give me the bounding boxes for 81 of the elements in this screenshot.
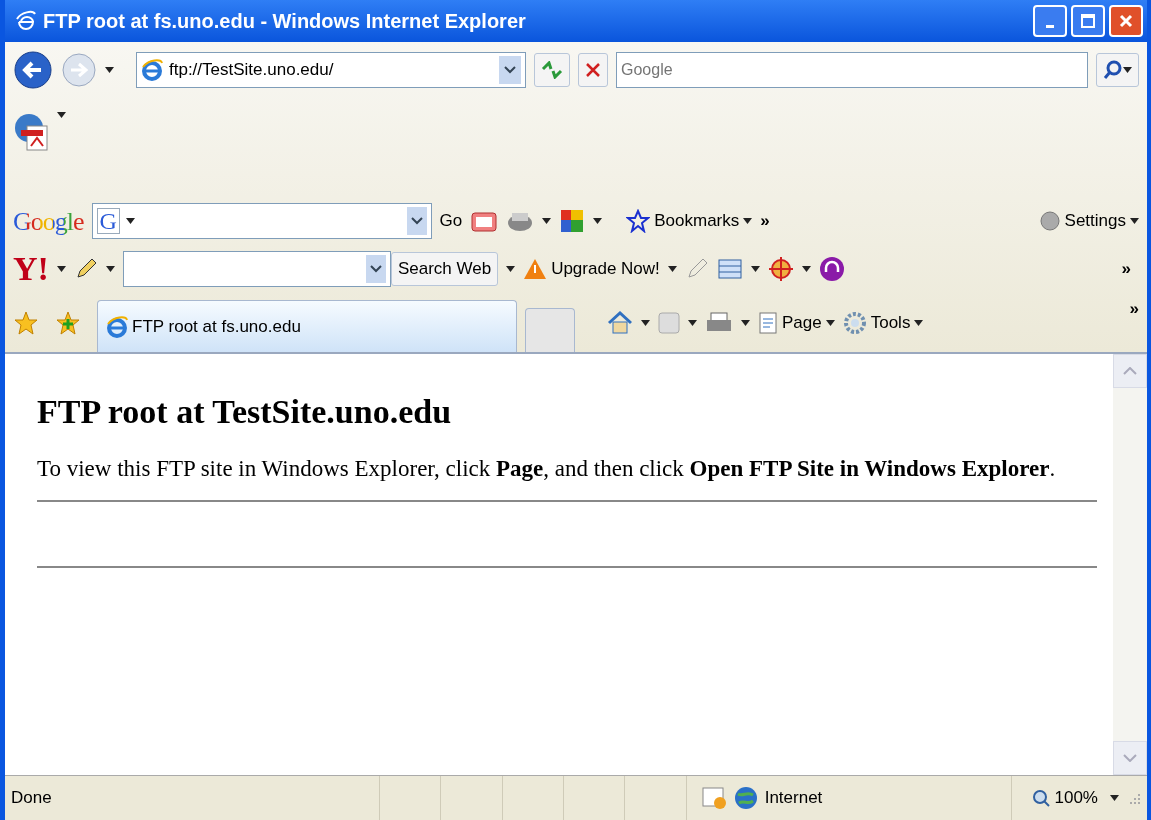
address-field[interactable]: ftp://TestSite.uno.edu/ [136, 52, 526, 88]
refresh-button[interactable] [534, 53, 570, 87]
refresh-arrows-icon [541, 61, 563, 79]
more-button[interactable]: » [1129, 296, 1139, 322]
minimize-button[interactable] [1033, 5, 1067, 37]
tools-menu-button[interactable]: Tools [842, 310, 924, 336]
page-menu-button[interactable]: Page [758, 310, 835, 336]
back-button-icon[interactable] [13, 50, 53, 90]
home-icon[interactable] [607, 311, 633, 335]
chevron-down-icon [410, 217, 423, 225]
caret-icon[interactable] [1109, 795, 1119, 801]
instruction-text: To view this FTP site in Windows Explorer, click Page, and then click Open FTP Site in Windows Explorer. [37, 454, 1057, 483]
close-icon [1118, 13, 1134, 29]
e-logo-icon [106, 315, 128, 338]
e-logo-icon [15, 10, 37, 32]
caret-icon[interactable] [105, 266, 115, 272]
close-button[interactable] [1109, 5, 1143, 37]
engine-letter[interactable]: G [96, 208, 120, 234]
caret-icon[interactable] [641, 320, 650, 326]
toolbar-search-field[interactable]: G [91, 203, 432, 239]
zoom-icon [1032, 789, 1051, 807]
caret-icon[interactable] [125, 218, 135, 224]
colored-squares-icon[interactable] [559, 208, 586, 234]
caret-icon[interactable] [1123, 67, 1132, 73]
caret-icon[interactable] [688, 320, 697, 326]
search-button[interactable] [1096, 53, 1139, 87]
window-title: FTP root at fs.uno.edu - Windows Internet Explorer [43, 9, 526, 34]
upgrade-link[interactable]: Upgrade Now! [523, 256, 660, 282]
e-logo-icon [141, 59, 163, 81]
caret-icon[interactable] [667, 266, 677, 272]
caret-icon[interactable] [542, 218, 552, 224]
search-web-button[interactable]: Search Web [390, 252, 499, 286]
globe-icon [732, 785, 759, 811]
caret-icon[interactable] [593, 218, 603, 224]
caret-icon[interactable] [57, 112, 66, 118]
chevron-down-icon [504, 66, 516, 74]
caret-icon[interactable] [105, 67, 114, 73]
crosshair-icon[interactable] [767, 256, 794, 282]
toolbar-search-field[interactable] [122, 251, 391, 287]
zoom-button[interactable]: 100% [1032, 785, 1098, 811]
caret-icon[interactable] [801, 266, 811, 272]
dropdown-button[interactable] [499, 56, 521, 84]
zone-text: Internet [764, 787, 823, 810]
go-button[interactable]: Go [439, 208, 463, 234]
star-icon[interactable] [13, 310, 39, 336]
close-icon [585, 62, 601, 78]
caret-icon[interactable] [914, 320, 924, 326]
stop-button[interactable] [578, 53, 608, 87]
minimize-icon [1046, 25, 1054, 28]
caret-icon[interactable] [750, 266, 760, 272]
status-text: Done [11, 787, 52, 810]
caret-icon[interactable] [1130, 218, 1139, 224]
yahoo-logo[interactable]: Y! [13, 252, 49, 286]
search-field[interactable]: Google [616, 52, 1088, 88]
pdf-globe-icon[interactable] [13, 112, 49, 152]
dropdown-button[interactable] [406, 207, 427, 235]
settings-button[interactable]: Settings [1038, 208, 1139, 234]
maximize-icon [1080, 13, 1096, 29]
star-icon [626, 209, 651, 233]
maximize-button[interactable] [1071, 5, 1105, 37]
bookmarks-button[interactable]: Bookmarks [626, 208, 753, 234]
gear-icon [842, 311, 867, 335]
chevron-down-icon [369, 265, 382, 273]
caret-icon[interactable] [741, 320, 750, 326]
dropdown-button[interactable] [365, 255, 386, 283]
browser-tab[interactable]: FTP root at fs.uno.edu [97, 300, 517, 352]
circle-icon [1038, 210, 1061, 232]
page-icon [758, 311, 778, 335]
add-favorite-icon[interactable] [55, 310, 81, 336]
caret-icon[interactable] [743, 218, 753, 224]
more-button[interactable]: » [1121, 256, 1131, 282]
caret-icon[interactable] [56, 266, 66, 272]
caret-icon[interactable] [825, 320, 835, 326]
calendar-icon[interactable] [470, 209, 499, 233]
warning-page-icon [700, 786, 727, 810]
caret-icon[interactable] [506, 266, 516, 272]
headphones-icon[interactable] [818, 256, 845, 282]
page-heading: FTP root at TestSite.uno.edu [37, 392, 453, 432]
search-icon [1103, 60, 1123, 80]
more-button[interactable]: » [760, 208, 770, 234]
warning-icon [523, 258, 548, 280]
